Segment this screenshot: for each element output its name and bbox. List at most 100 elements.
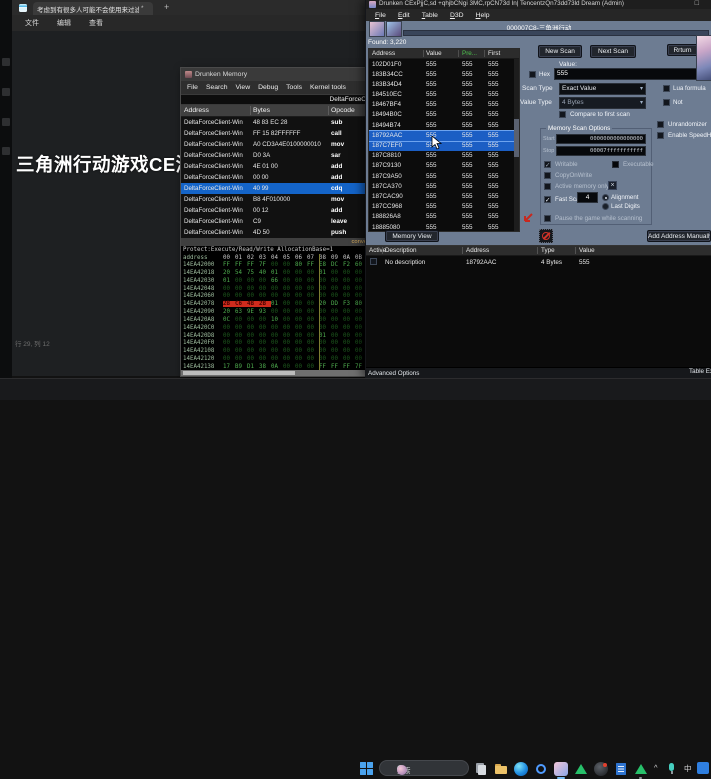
add-address-button[interactable]: Add Address Manually: [647, 230, 711, 242]
scan-stop-input[interactable]: 00007fffffffffff: [556, 146, 646, 156]
menu-item[interactable]: Kernel tools: [306, 84, 350, 91]
cheat-table-header[interactable]: Active Description Address Type Value: [366, 246, 711, 256]
menu-item[interactable]: Table: [416, 12, 444, 19]
compare-first-checkbox[interactable]: [559, 111, 566, 118]
scan-result-row[interactable]: 18792AAC555555555: [369, 130, 519, 140]
active-checkbox[interactable]: [370, 258, 377, 265]
scan-result-row[interactable]: 184510EC555555555: [369, 90, 519, 100]
menu-item[interactable]: 文件: [16, 18, 48, 28]
ime-mode-icon[interactable]: [697, 762, 709, 774]
cancel-scan-icon[interactable]: [539, 229, 553, 243]
lua-formula-checkbox[interactable]: [663, 85, 670, 92]
disasm-row[interactable]: DeltaForceClient-Win4D 50push: [181, 227, 370, 238]
start-button[interactable]: [360, 762, 373, 775]
scan-start-input[interactable]: 0000000000000000: [556, 134, 646, 144]
scan-result-row[interactable]: 187C9A50555555555: [369, 171, 519, 181]
next-scan-button[interactable]: Next Scan: [590, 45, 636, 58]
disasm-row[interactable]: DeltaForceClient-WinFF 15 82FFFFFFcall: [181, 128, 370, 139]
pause-game-checkbox[interactable]: [544, 215, 551, 222]
cheat-table[interactable]: Active Description Address Type Value No…: [366, 245, 711, 368]
notepad-tab[interactable]: 考虑到有很多人可能不会使用来过滤 *: [33, 2, 153, 15]
results-scrollbar[interactable]: [514, 59, 519, 231]
green-triangle-app-icon[interactable]: [574, 762, 588, 776]
scan-result-row[interactable]: 102D01F0555555555: [369, 59, 519, 69]
disasm-row[interactable]: DeltaForceClient-Win00 12add: [181, 205, 370, 216]
x-mark-box[interactable]: ×: [608, 181, 617, 190]
disasm-row[interactable]: DeltaForceClient-Win4E 01 00add: [181, 161, 370, 172]
scan-result-row[interactable]: 187C7EF0555555555: [369, 141, 519, 151]
writable-checkbox[interactable]: [544, 161, 551, 168]
microphone-tray-icon[interactable]: [669, 763, 674, 771]
sphere-app-icon[interactable]: [594, 762, 608, 776]
alignment-radio[interactable]: [602, 194, 609, 201]
unrandomizer-checkbox[interactable]: [657, 121, 664, 128]
module-field[interactable]: DeltaForceC: [181, 94, 370, 105]
value-input[interactable]: 555: [554, 68, 701, 80]
new-scan-button[interactable]: New Scan: [538, 45, 582, 58]
maximize-button[interactable]: □: [695, 0, 699, 7]
ime-indicator[interactable]: 中: [684, 763, 692, 774]
memory-view-button[interactable]: Memory View: [385, 230, 439, 242]
menu-item[interactable]: File: [369, 12, 392, 19]
hex-row[interactable]: 14EA4209020639E930000000000000000: [183, 309, 370, 317]
scan-result-row[interactable]: 18494B74555555555: [369, 120, 519, 130]
cheat-engine-title-bar[interactable]: Drunken CExPjjC,sd +qhjbCNgi 3MC,rpCN73d…: [366, 0, 711, 9]
scan-result-row[interactable]: 187C9130555555555: [369, 161, 519, 171]
hex-row[interactable]: 14EA42108000000000000000000000000: [183, 348, 370, 356]
disasm-row[interactable]: DeltaForceClient-WinC9leave: [181, 216, 370, 227]
menu-item[interactable]: View: [232, 84, 255, 91]
advanced-options-label[interactable]: Advanced Options: [368, 370, 419, 377]
scrollbar-thumb[interactable]: [183, 371, 295, 375]
results-header[interactable]: Address Value Pre... First: [369, 49, 519, 59]
menu-item[interactable]: 编辑: [48, 18, 80, 28]
speedhack-checkbox[interactable]: [657, 132, 664, 139]
table-extras-label[interactable]: Table Extras: [689, 368, 711, 375]
fast-scan-checkbox[interactable]: [544, 196, 551, 203]
active-app-avatar-icon[interactable]: [554, 762, 568, 776]
cheat-table-row[interactable]: No description18792AAC4 Bytes555: [366, 256, 711, 268]
active-memory-checkbox[interactable]: [544, 183, 551, 190]
menu-item[interactable]: File: [183, 84, 202, 91]
column-divider[interactable]: [250, 106, 251, 115]
disasm-row[interactable]: DeltaForceClient-Win00 00add: [181, 172, 370, 183]
hex-row[interactable]: 14EA420F0000000000000000000000000: [183, 340, 370, 348]
scan-result-row[interactable]: 187CA370555555555: [369, 181, 519, 191]
hex-row[interactable]: 14EA42048000000000000000000000000: [183, 286, 370, 294]
search-box[interactable]: 搜索: [379, 760, 469, 776]
desktop-icon[interactable]: [2, 58, 10, 66]
return-button[interactable]: Rrturn: [667, 44, 698, 56]
hex-checkbox[interactable]: [529, 71, 536, 78]
menu-item[interactable]: Edit: [392, 12, 416, 19]
executable-checkbox[interactable]: [612, 161, 619, 168]
app-ring-icon[interactable]: [534, 762, 548, 776]
hex-row[interactable]: 14EA42060000000000000000000000000: [183, 293, 370, 301]
file-explorer-icon[interactable]: [494, 762, 508, 776]
desktop-icon[interactable]: [2, 118, 10, 126]
scrollbar-thumb[interactable]: [514, 119, 519, 157]
scan-result-row[interactable]: 18467BF4555555555: [369, 100, 519, 110]
disasm-row[interactable]: DeltaForceClient-WinD0 3Asar: [181, 150, 370, 161]
hex-row[interactable]: 14EA42030010000006600000000000000: [183, 278, 370, 286]
hex-row[interactable]: 14EA42120000000000000000000000000: [183, 356, 370, 364]
menu-item[interactable]: Help: [470, 12, 496, 19]
disasm-row[interactable]: DeltaForceClient-WinA0 CD3A4E0100000010m…: [181, 139, 370, 150]
scan-result-row[interactable]: 187C8810555555555: [369, 151, 519, 161]
drunken-memory-title-bar[interactable]: Drunken Memory: [181, 68, 370, 81]
menu-item[interactable]: Tools: [282, 84, 306, 91]
menu-item[interactable]: Search: [202, 84, 232, 91]
scan-result-row[interactable]: 188826A8555555555: [369, 212, 519, 222]
hex-row[interactable]: 14EA420C0000000000000000000000000: [183, 325, 370, 333]
value-type-dropdown[interactable]: 4 Bytes ▾: [559, 97, 646, 109]
new-tab-button[interactable]: +: [164, 2, 169, 12]
not-checkbox[interactable]: [663, 99, 670, 106]
tray-chevron-icon[interactable]: ^: [654, 763, 658, 772]
hex-row[interactable]: 14EA420D8000000000000000001000000: [183, 333, 370, 341]
hex-row[interactable]: 14EA42000FFFFFF7F000080FFE8DCF260: [183, 262, 370, 270]
scan-result-row[interactable]: 18494B0C555555555: [369, 110, 519, 120]
task-view-icon[interactable]: [474, 762, 488, 776]
desktop-icon[interactable]: [2, 147, 10, 155]
scan-result-row[interactable]: 187CAC90555555555: [369, 191, 519, 201]
menu-item[interactable]: 查看: [80, 18, 112, 28]
hex-row[interactable]: 14EA420782BC64B2B0100000020DDF380: [183, 301, 370, 309]
disasm-row[interactable]: DeltaForceClient-Win40 99cdq: [181, 183, 370, 194]
